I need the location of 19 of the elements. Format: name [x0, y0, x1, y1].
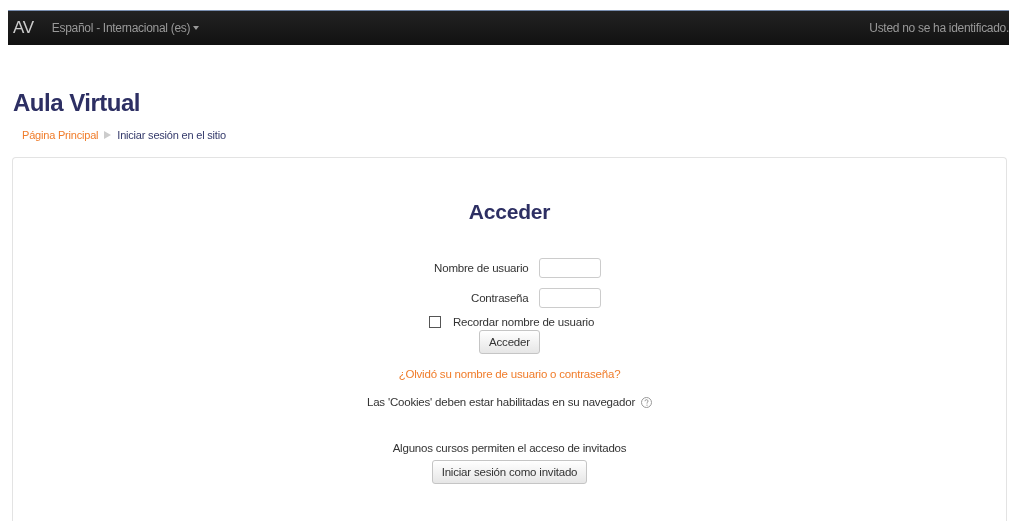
guest-note: Algunos cursos permiten el acceso de invitados — [392, 442, 627, 454]
page-title: Aula Virtual — [13, 89, 141, 117]
brand-logo[interactable]: AV — [13, 18, 34, 38]
separator-icon — [104, 131, 112, 139]
remember-checkbox[interactable] — [428, 316, 441, 328]
language-menu[interactable]: Español - Internacional (es) — [51, 21, 200, 35]
login-status: Usted no se ha identificado. — [869, 21, 1009, 35]
field-label: Contraseña — [470, 292, 529, 304]
caret-icon — [193, 26, 200, 30]
help-icon[interactable] — [641, 396, 653, 408]
input-field[interactable] — [538, 288, 601, 308]
checkbox-label: Recordar nombre de usuario — [452, 316, 595, 328]
login-heading: Acceder — [468, 200, 551, 224]
login-button[interactable]: Acceder — [479, 330, 540, 354]
field-label: Nombre de usuario — [433, 262, 529, 274]
cookies-note: Las 'Cookies' deben estar habilitadas en su navegador — [366, 396, 636, 408]
breadcrumb-item: Iniciar sesión en el sitio — [117, 129, 226, 141]
input-field[interactable] — [538, 258, 601, 278]
guest-login-button[interactable]: Iniciar sesión como invitado — [431, 460, 588, 484]
